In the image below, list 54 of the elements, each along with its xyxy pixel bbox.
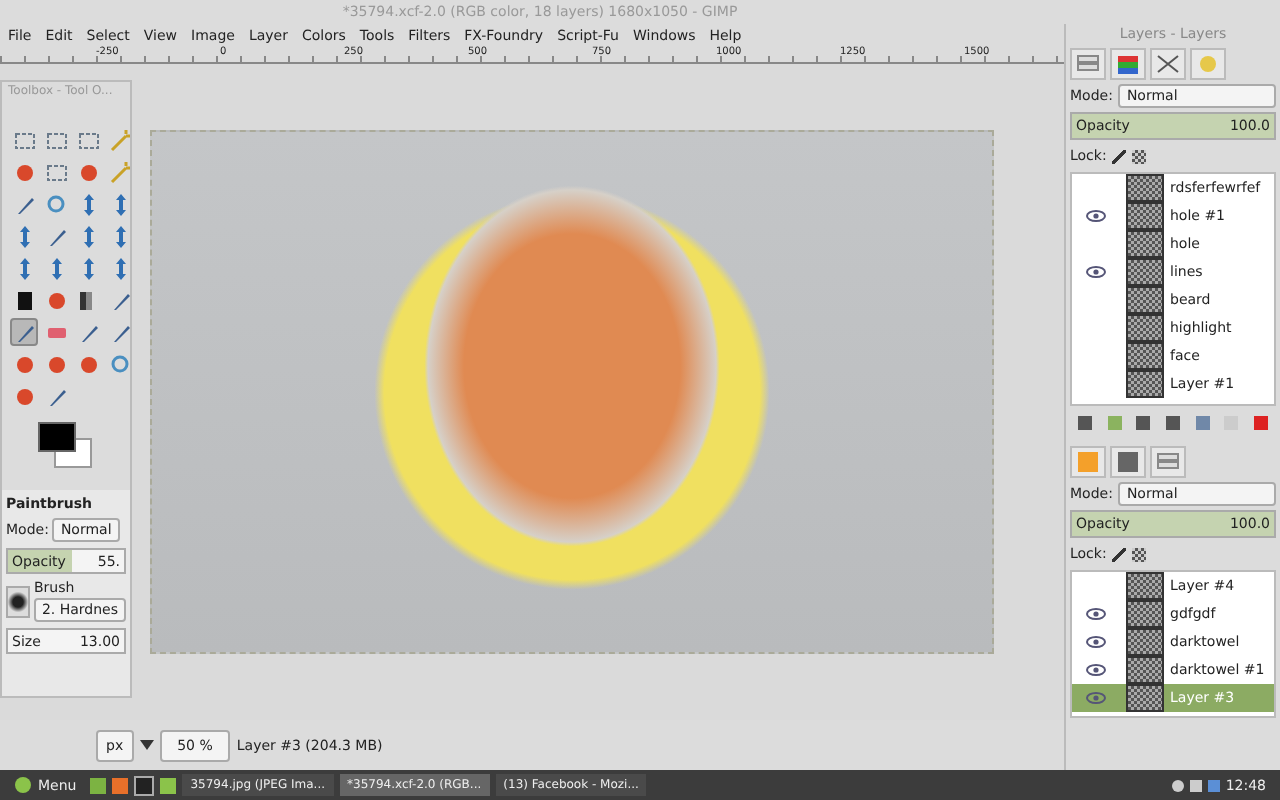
layer-thumbnail (1126, 174, 1164, 202)
layer-thumbnail (1126, 572, 1164, 600)
brush-icon[interactable] (1112, 547, 1127, 561)
color-swatches-icon[interactable] (38, 422, 92, 468)
dot-icon (77, 161, 99, 183)
brush-icon (109, 321, 131, 343)
dot-icon (45, 353, 67, 375)
dashed-rectangle-icon (77, 129, 99, 151)
layer-thumbnail (1126, 258, 1164, 286)
dot-icon (45, 289, 67, 311)
brush-icon (45, 225, 67, 247)
eye-icon[interactable] (1086, 266, 1106, 278)
layer-thumbnail (1126, 342, 1164, 370)
brush-preview-icon[interactable] (6, 585, 30, 617)
dot-icon (13, 353, 35, 375)
layers-tab-icon[interactable] (1150, 446, 1186, 478)
logo-icon (14, 776, 32, 794)
dashed-rectangle-icon (45, 161, 67, 183)
layers-tab-icon[interactable] (1070, 48, 1106, 80)
layer-thumbnail (1126, 286, 1164, 314)
channels-tab-icon[interactable] (1110, 48, 1146, 80)
layer-thumbnail (1126, 684, 1164, 712)
layer-thumbnail (1126, 656, 1164, 684)
eye-icon[interactable] (1086, 210, 1106, 222)
layer-thumbnail (1126, 628, 1164, 656)
checkerboard-icon[interactable] (1132, 149, 1147, 163)
layer-thumbnail (1126, 202, 1164, 230)
layer-thumbnail (1126, 600, 1164, 628)
eye-icon[interactable] (1086, 608, 1106, 620)
eye-icon[interactable] (1086, 636, 1106, 648)
layer-thumbnail (1126, 230, 1164, 258)
brush-icon (45, 385, 67, 407)
checkerboard-icon[interactable] (1132, 547, 1147, 561)
gradient-tab-icon[interactable] (1110, 446, 1146, 478)
color-swatch-tab-icon[interactable] (1070, 446, 1106, 478)
brush-icon (13, 321, 35, 343)
dot-icon (13, 161, 35, 183)
dot-icon (13, 385, 35, 407)
brush-icon (109, 289, 131, 311)
layer-thumbnail (1126, 370, 1164, 398)
zoom-icon (109, 353, 131, 375)
brush-icon[interactable] (1112, 149, 1127, 163)
wand-icon (109, 129, 131, 151)
zoom-icon (45, 193, 67, 215)
brush-icon (13, 193, 35, 215)
dashed-rectangle-icon (13, 129, 35, 151)
layer-thumbnail (1126, 314, 1164, 342)
dot-icon (77, 353, 99, 375)
caret-icon[interactable] (139, 740, 154, 750)
brush-icon (77, 321, 99, 343)
eye-icon[interactable] (1086, 664, 1106, 676)
paths-tab-icon[interactable] (1150, 48, 1186, 80)
wand-icon (109, 161, 131, 183)
dashed-rectangle-icon (45, 129, 67, 151)
